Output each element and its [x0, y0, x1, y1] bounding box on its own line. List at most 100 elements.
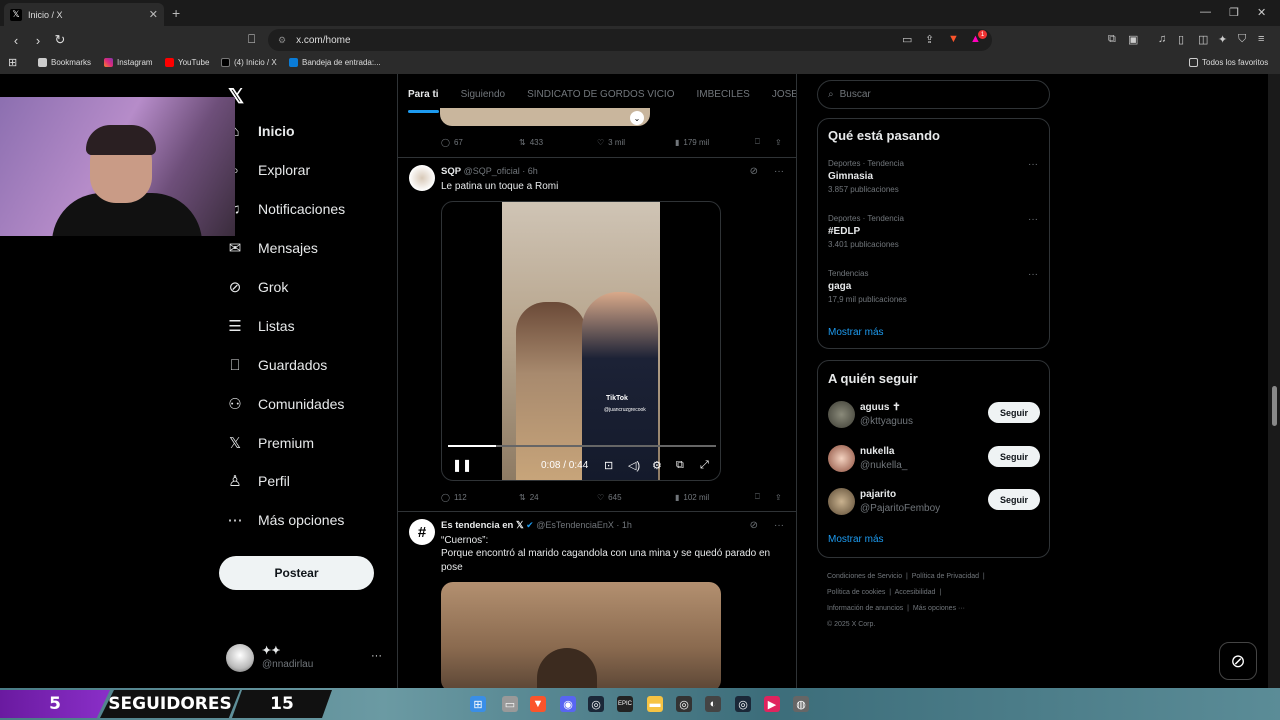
sidebar-item-comunidades[interactable]: ⚇ Comunidades — [226, 395, 344, 413]
windows-start-icon[interactable]: ⊞ — [470, 696, 486, 712]
menu-icon[interactable]: ≡ — [1258, 33, 1264, 45]
tweet-time[interactable]: · 1h — [616, 520, 632, 530]
footer-link[interactable]: Información de anuncios — [827, 605, 903, 612]
sidebar-item-mensajes[interactable]: ✉ Mensajes — [226, 239, 318, 257]
author-name[interactable]: SQP — [441, 166, 461, 177]
brave-icon[interactable]: ▼ — [530, 696, 546, 712]
reply-button[interactable]: ◯ 112 — [441, 492, 519, 502]
captions-icon[interactable]: ⊡ — [604, 459, 613, 472]
share-icon[interactable]: ⇪ — [775, 137, 782, 147]
author-name[interactable]: Es tendencia en 𝕏 — [441, 520, 524, 531]
more-icon[interactable]: ··· — [1028, 159, 1038, 170]
search-input[interactable]: ⌕ Buscar — [817, 80, 1050, 109]
more-icon[interactable]: ··· — [1028, 214, 1038, 225]
hashtag-avatar-icon[interactable]: # — [409, 519, 435, 545]
bookmark-item[interactable]: Bandeja de entrada:... — [289, 58, 381, 67]
author-handle[interactable]: @EsTendenciaEnX — [536, 520, 614, 530]
grok-floating-button[interactable]: ⊘ — [1219, 642, 1257, 680]
epic-games-icon[interactable]: EPIC — [617, 696, 633, 712]
bookmark-icon[interactable]: ⎕ — [755, 137, 775, 147]
pause-icon[interactable]: ❚❚ — [452, 458, 472, 472]
trend-item[interactable]: Tendencias gaga 17,9 mil publicaciones ·… — [828, 269, 1038, 304]
settings-icon[interactable]: ⚙ — [652, 459, 662, 472]
sidebar-item-inicio[interactable]: ⌂ Inicio — [226, 122, 294, 140]
pip-icon[interactable]: ⧉ — [676, 459, 684, 472]
sidebar-item-listas[interactable]: ☰ Listas — [226, 317, 294, 335]
sidebar-item-premium[interactable]: 𝕏 Premium — [226, 434, 314, 452]
previous-tweet-media[interactable]: ⌄ — [440, 108, 650, 126]
close-window-icon[interactable]: ✕ — [1257, 6, 1266, 19]
grok-icon[interactable]: ⊘ — [750, 166, 758, 177]
footer-link[interactable]: Accesibilidad — [895, 589, 936, 596]
avatar[interactable] — [409, 165, 435, 191]
follow-suggestion[interactable]: pajarito @PajaritoFemboy Seguir — [828, 486, 1040, 516]
all-favorites[interactable]: Todos los favoritos — [1189, 58, 1268, 67]
more-icon[interactable]: ··· — [371, 650, 382, 662]
chevron-down-icon[interactable]: ⌄ — [630, 111, 644, 125]
repost-button[interactable]: ⇅ 24 — [519, 492, 597, 502]
bookmark-icon[interactable]: ⎕ — [755, 492, 775, 502]
like-button[interactable]: ♡ 645 — [597, 492, 675, 502]
tab-list[interactable]: IMBECILES — [697, 89, 750, 100]
video-progress[interactable] — [448, 445, 716, 447]
repost-button[interactable]: ⇅ 433 — [519, 137, 597, 147]
views-button[interactable]: ▮ 102 mil — [675, 492, 755, 502]
footer-link[interactable]: Condiciones de Servicio — [827, 573, 902, 580]
footer-link[interactable]: Política de cookies — [827, 589, 885, 596]
views-button[interactable]: ▮ 179 mil — [675, 137, 755, 147]
steam-icon[interactable]: ◎ — [588, 696, 604, 712]
author-handle[interactable]: @SQP_oficial — [464, 166, 520, 176]
reply-button[interactable]: ◯ 67 — [441, 137, 519, 147]
apps-grid-icon[interactable]: ⊞ — [8, 56, 17, 69]
media-icon[interactable]: ♫ — [1158, 33, 1166, 45]
account-switcher[interactable]: ✦✦ @nnadirlau ··· — [226, 640, 386, 676]
media-player-icon[interactable]: ▶ — [764, 696, 780, 712]
scrollbar-thumb[interactable] — [1272, 386, 1277, 426]
grok-icon[interactable]: ⊘ — [750, 520, 758, 531]
url-bar[interactable]: ⚙ x.com/home — [268, 29, 992, 51]
bookmark-item[interactable]: Instagram — [104, 58, 153, 67]
share-icon[interactable]: ⇪ — [925, 33, 934, 46]
tweet-time[interactable]: · 6h — [522, 166, 538, 176]
follow-button[interactable]: Seguir — [988, 489, 1040, 510]
app-icon[interactable]: ◎ — [676, 696, 692, 712]
follow-suggestion[interactable]: aguus ✝ @kttyaguus Seguir — [828, 399, 1040, 429]
fullscreen-icon[interactable]: ⤢ — [700, 459, 709, 472]
bookmark-item[interactable]: YouTube — [165, 58, 209, 67]
wallet-icon[interactable]: ◫ — [1198, 33, 1208, 46]
follow-button[interactable]: Seguir — [988, 402, 1040, 423]
sidebar-item-guardados[interactable]: ⎕ Guardados — [226, 356, 327, 374]
show-more-link[interactable]: Mostrar más — [828, 327, 884, 338]
tab-list[interactable]: JOSEC — [772, 89, 796, 100]
follow-button[interactable]: Seguir — [988, 446, 1040, 467]
bookmark-page-icon[interactable]: ⎕ — [248, 32, 255, 47]
app-icon[interactable]: ◐ — [705, 696, 721, 712]
post-button[interactable]: Postear — [219, 556, 374, 590]
brave-shield-icon[interactable]: ▼ — [948, 33, 959, 45]
sidebar-item-explorar[interactable]: ⌕ Explorar — [226, 161, 310, 179]
taskview-icon[interactable]: ▭ — [502, 696, 518, 712]
forward-icon[interactable]: › — [28, 33, 48, 48]
like-button[interactable]: ♡ 3 mil — [597, 137, 675, 147]
steam-icon[interactable]: ◎ — [735, 696, 751, 712]
volume-icon[interactable]: ◁) — [628, 459, 640, 472]
sidebar-item-grok[interactable]: ⊘ Grok — [226, 278, 289, 296]
new-tab-icon[interactable]: + — [172, 5, 180, 21]
site-settings-icon[interactable]: ⚙ — [278, 35, 286, 46]
sidebar-toggle-icon[interactable]: ▯ — [1178, 33, 1184, 46]
reload-icon[interactable]: ↻ — [50, 32, 70, 48]
discord-icon[interactable]: ◉ — [560, 696, 576, 712]
cast-icon[interactable]: ▭ — [902, 33, 912, 46]
leo-ai-icon[interactable]: ✦ — [1218, 33, 1227, 46]
footer-link[interactable]: Más opciones ··· — [913, 605, 965, 612]
back-icon[interactable]: ‹ — [6, 33, 26, 48]
page-scrollbar[interactable] — [1268, 74, 1280, 688]
minimize-icon[interactable]: — — [1200, 6, 1211, 18]
bookmark-item[interactable]: Bookmarks — [38, 58, 91, 67]
vpn-icon[interactable]: ⛉ — [1238, 33, 1246, 46]
extensions-icon[interactable]: ⧉ — [1108, 33, 1116, 46]
bookmark-item[interactable]: (4) Inicio / X — [221, 58, 277, 67]
more-icon[interactable]: ··· — [774, 166, 784, 177]
share-icon[interactable]: ⇪ — [775, 492, 782, 502]
footer-link[interactable]: Política de Privacidad — [912, 573, 979, 580]
